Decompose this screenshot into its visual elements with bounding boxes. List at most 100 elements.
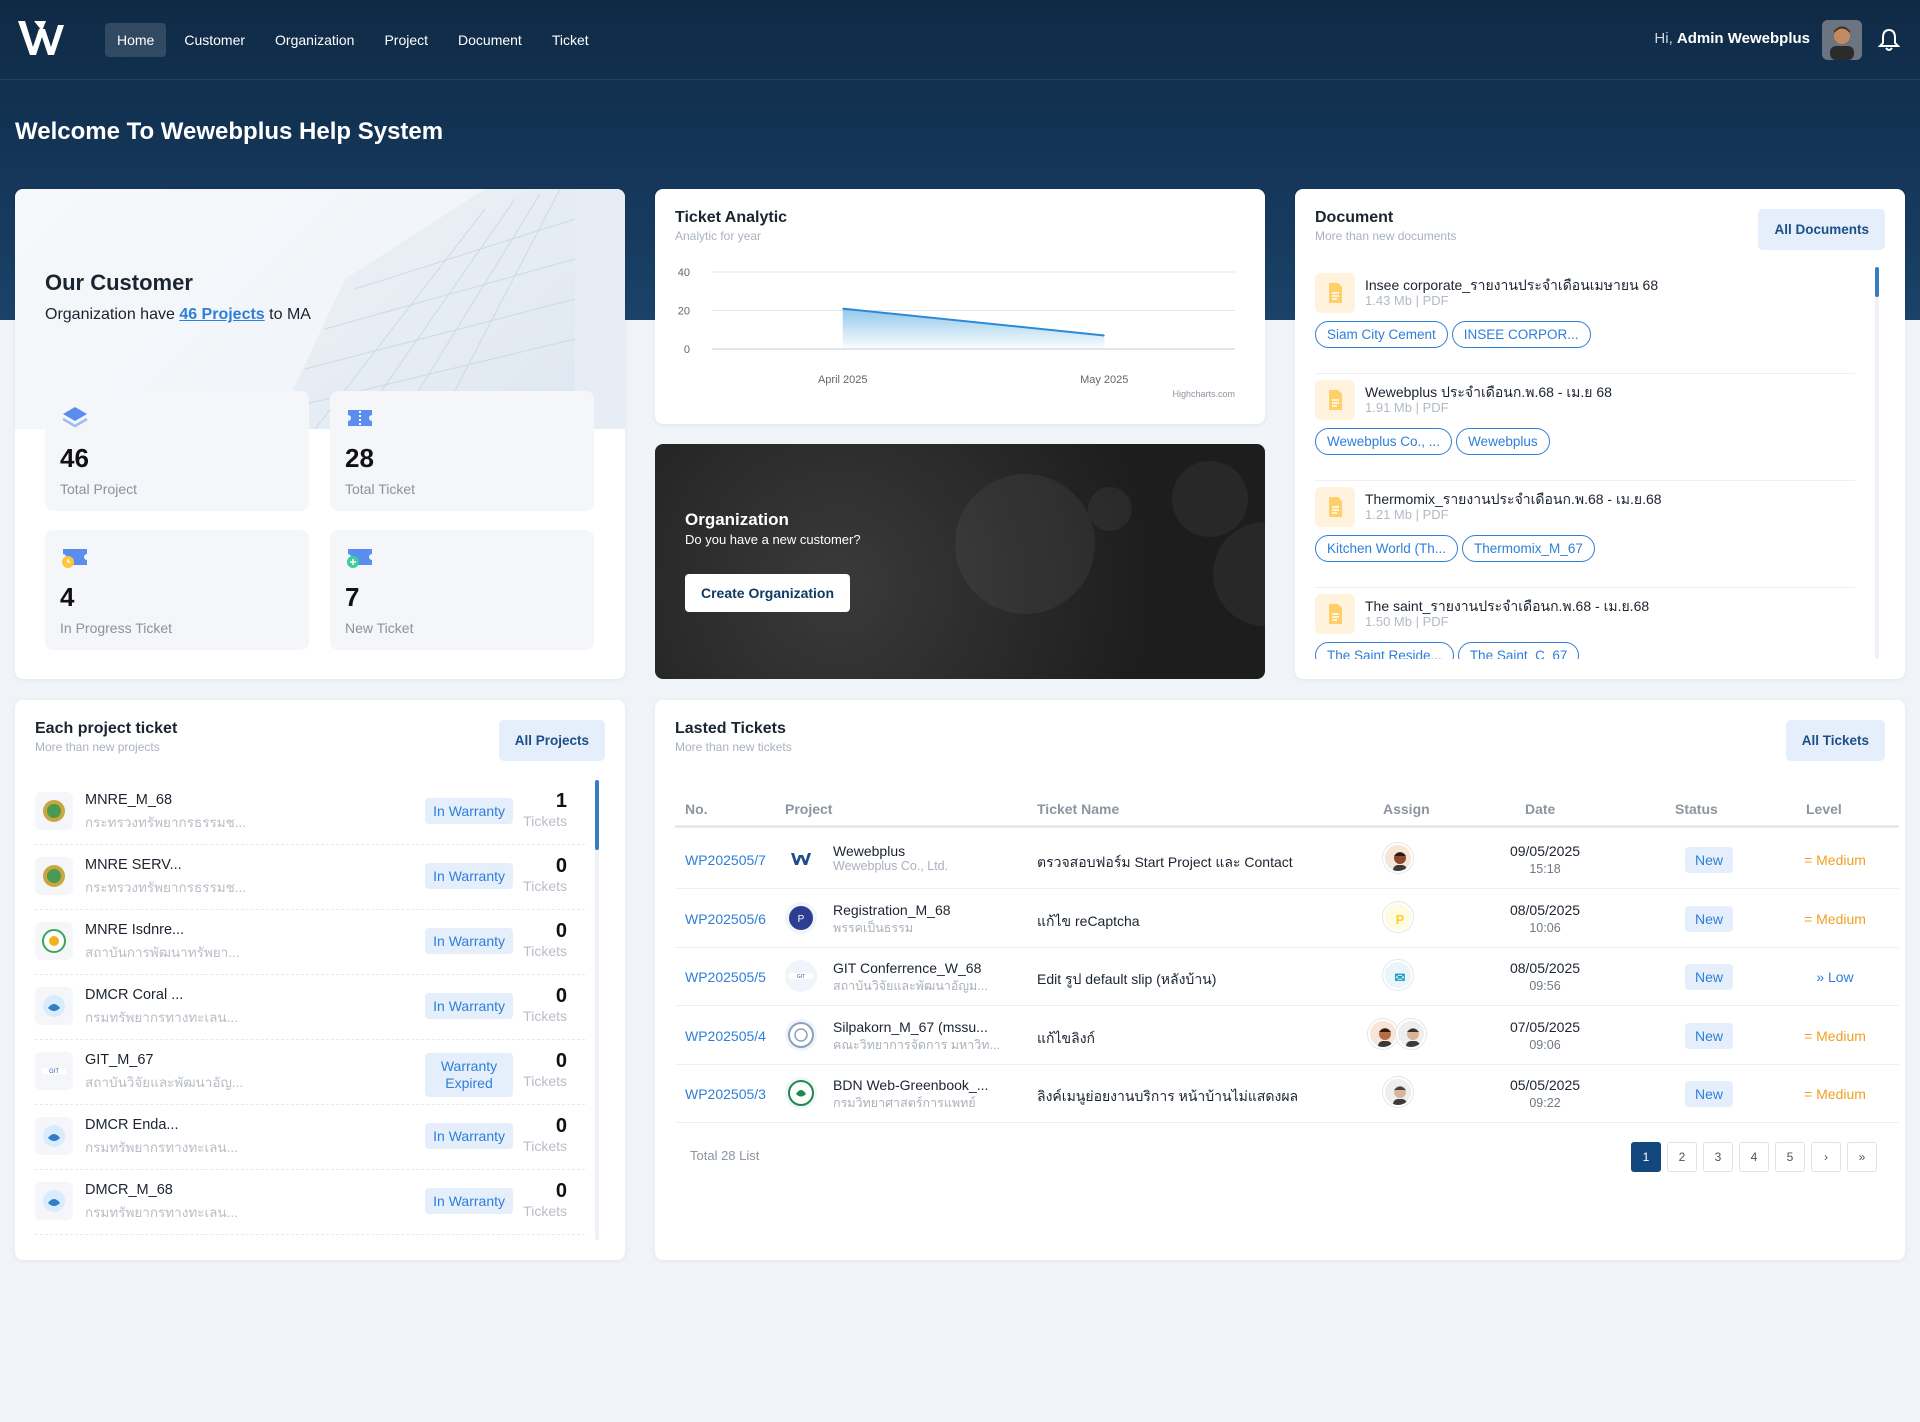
- document-tag[interactable]: Wewebplus Co., ...: [1315, 428, 1453, 455]
- project-name[interactable]: MNRE SERV...: [85, 857, 182, 873]
- ticket-name[interactable]: Edit รูป default slip (หลังบ้าน): [1037, 969, 1216, 991]
- col-status: Status: [1675, 801, 1718, 817]
- ticket-row[interactable]: WP202505/5 GIT GIT Conferrence_W_68 สถาบ…: [675, 948, 1899, 1006]
- document-tag[interactable]: The Saint_C_67: [1457, 642, 1580, 659]
- project-name[interactable]: GIT_M_67: [85, 1052, 154, 1068]
- project-list[interactable]: MNRE_M_68 กระทรวงทรัพยากรธรรมช... In War…: [35, 780, 585, 1240]
- warranty-badge: In Warranty: [425, 1123, 513, 1149]
- ticket-date: 09/05/2025 15:18: [1475, 843, 1615, 878]
- document-scrollbar[interactable]: [1875, 267, 1879, 659]
- svg-text:✉: ✉: [1395, 970, 1406, 985]
- svg-text:P: P: [1396, 912, 1405, 927]
- project-item[interactable]: DMCR_M_68 กรมทรัพยากรทางทะเลน... In Warr…: [35, 1170, 585, 1235]
- ticket-name[interactable]: แก้ไข reCaptcha: [1037, 911, 1140, 933]
- project-item[interactable]: DMCR Enda... กรมทรัพยากรทางทะเลน... In W…: [35, 1105, 585, 1170]
- scrollbar-thumb[interactable]: [595, 780, 599, 850]
- document-list[interactable]: Insee corporate_รายงานประจำเดือนเมษายน 6…: [1315, 267, 1855, 659]
- project-ticket-subtitle: More than new projects: [35, 740, 160, 754]
- page-button[interactable]: 5: [1775, 1142, 1805, 1172]
- assignee-avatar[interactable]: [1383, 1077, 1413, 1107]
- stat-new-ticket: 7 New Ticket: [330, 530, 594, 650]
- document-item[interactable]: Wewebplus ประจำเดือนก.พ.68 - เม.ย 68 1.9…: [1315, 374, 1855, 481]
- assignee-avatar[interactable]: P: [1383, 901, 1413, 932]
- ticket-count: 0: [555, 1115, 567, 1137]
- ticket-row[interactable]: WP202505/7 Wewebplus Wewebplus Co., Ltd.…: [675, 831, 1899, 889]
- project-item[interactable]: GIT GIT_M_67 สถาบันวิจัยและพัฒนาอัญ... W…: [35, 1040, 585, 1105]
- project-item[interactable]: MNRE_M_68 กระทรวงทรัพยากรธรรมช... In War…: [35, 780, 585, 845]
- user-greeting[interactable]: Hi, Admin Wewebplus: [1654, 30, 1810, 47]
- pagination: 1 2 3 4 5 ›»: [1631, 1142, 1877, 1172]
- all-projects-button[interactable]: All Projects: [498, 720, 605, 761]
- ticket-number[interactable]: WP202505/5: [685, 969, 766, 985]
- project-item[interactable]: MNRE Isdnre... สถาบันการพัฒนาทรัพยา... I…: [35, 910, 585, 975]
- stat-label: In Progress Ticket: [60, 620, 173, 636]
- ticket-date: 05/05/2025 09:22: [1475, 1077, 1615, 1112]
- wewebplus-logo[interactable]: [16, 17, 66, 59]
- ticket-date-day: 08/05/2025: [1509, 901, 1581, 918]
- nav-document[interactable]: Document: [446, 23, 534, 57]
- project-name[interactable]: DMCR Coral ...: [85, 987, 183, 1003]
- nav-ticket[interactable]: Ticket: [540, 23, 601, 57]
- project-organization: กระทรวงทรัพยากรธรรมช...: [85, 815, 247, 830]
- ticket-project: Silpakorn_M_67 (mssu...: [833, 1018, 988, 1035]
- ticket-name[interactable]: ตรวจสอบฟอร์ม Start Project และ Contact: [1037, 852, 1293, 874]
- nav-project[interactable]: Project: [372, 23, 440, 57]
- document-tag[interactable]: Siam City Cement: [1315, 321, 1448, 348]
- chart-credit[interactable]: Highcharts.com: [1172, 389, 1235, 399]
- document-tag[interactable]: Wewebplus: [1456, 428, 1550, 455]
- page-button[interactable]: 4: [1739, 1142, 1769, 1172]
- warranty-badge: In Warranty: [425, 993, 513, 1019]
- all-documents-button[interactable]: All Documents: [1758, 209, 1885, 250]
- ticket-number[interactable]: WP202505/3: [685, 1086, 766, 1102]
- project-item[interactable]: MNRE SERV... กระทรวงทรัพยากรธรรมช... In …: [35, 845, 585, 910]
- assignee-avatar[interactable]: [1368, 1018, 1398, 1049]
- page-last-button[interactable]: »: [1847, 1142, 1877, 1172]
- ticket-name[interactable]: ลิงค์เมนูย่อยงานบริการ หน้าบ้านไม่แสดงผล: [1037, 1086, 1298, 1108]
- project-scrollbar[interactable]: [595, 780, 599, 1240]
- page-button[interactable]: 3: [1703, 1142, 1733, 1172]
- document-tag[interactable]: Kitchen World (Th...: [1315, 535, 1459, 562]
- project-name[interactable]: DMCR Enda...: [85, 1117, 178, 1133]
- document-tag[interactable]: INSEE CORPOR...: [1451, 321, 1591, 348]
- tickets-label: Tickets: [523, 1073, 567, 1089]
- status-badge: New: [1685, 1022, 1734, 1049]
- document-item[interactable]: The saint_รายงานประจำเดือนก.พ.68 - เม.ย.…: [1315, 588, 1855, 659]
- document-item[interactable]: Insee corporate_รายงานประจำเดือนเมษายน 6…: [1315, 267, 1855, 374]
- page-button[interactable]: 1: [1631, 1142, 1661, 1172]
- ticket-number[interactable]: WP202505/7: [685, 852, 766, 868]
- project-logo: [35, 987, 73, 1025]
- document-tag[interactable]: Thermomix_M_67: [1462, 535, 1595, 562]
- notification-bell-icon[interactable]: [1878, 28, 1900, 52]
- project-item[interactable]: DMCR Coral ... กรมทรัพยากรทางทะเลน... In…: [35, 975, 585, 1040]
- organization-card: Organization Do you have a new customer?…: [655, 444, 1265, 679]
- ticket-number[interactable]: WP202505/4: [685, 1028, 766, 1044]
- project-name[interactable]: MNRE_M_68: [85, 792, 172, 808]
- scrollbar-thumb[interactable]: [1875, 267, 1879, 297]
- tickets-label: Tickets: [523, 1138, 567, 1154]
- ticket-project-org: กรมวิทยาศาสตร์การแพทย์: [833, 1096, 976, 1110]
- nav-customer[interactable]: Customer: [172, 23, 257, 57]
- user-avatar[interactable]: [1822, 20, 1862, 60]
- create-organization-button[interactable]: Create Organization: [685, 574, 851, 612]
- projects-link[interactable]: 46 Projects: [179, 306, 264, 323]
- page-button[interactable]: 2: [1667, 1142, 1697, 1172]
- ticket-row[interactable]: WP202505/4 Silpakorn_M_67 (mssu... คณะวิ…: [675, 1007, 1899, 1065]
- assignee-avatar[interactable]: [1383, 843, 1413, 873]
- all-tickets-button[interactable]: All Tickets: [1785, 720, 1885, 761]
- page-next-button[interactable]: ›: [1811, 1142, 1841, 1172]
- assignee-avatar[interactable]: [1396, 1018, 1426, 1049]
- project-name[interactable]: DMCR_M_68: [85, 1182, 173, 1198]
- project-name[interactable]: MNRE Isdnre...: [85, 922, 184, 938]
- nav-organization[interactable]: Organization: [263, 23, 366, 57]
- ticket-row[interactable]: WP202505/6 P Registration_M_68 พรรคเป็นธ…: [675, 890, 1899, 948]
- ticket-number[interactable]: WP202505/6: [685, 911, 766, 927]
- document-item[interactable]: Thermomix_รายงานประจำเดือนก.พ.68 - เม.ย.…: [1315, 481, 1855, 588]
- document-tags: The Saint Reside... The Saint_C_67: [1315, 642, 1580, 659]
- document-tag[interactable]: The Saint Reside...: [1315, 642, 1454, 659]
- col-level: Level: [1806, 801, 1842, 817]
- assignee-avatar[interactable]: ✉: [1383, 960, 1413, 990]
- layers-icon: [62, 407, 88, 428]
- nav-home[interactable]: Home: [105, 23, 167, 57]
- ticket-name[interactable]: แก้ไขลิงก์: [1037, 1028, 1095, 1050]
- ticket-row[interactable]: WP202505/3 BDN Web-Greenbook_... กรมวิทย…: [675, 1065, 1899, 1123]
